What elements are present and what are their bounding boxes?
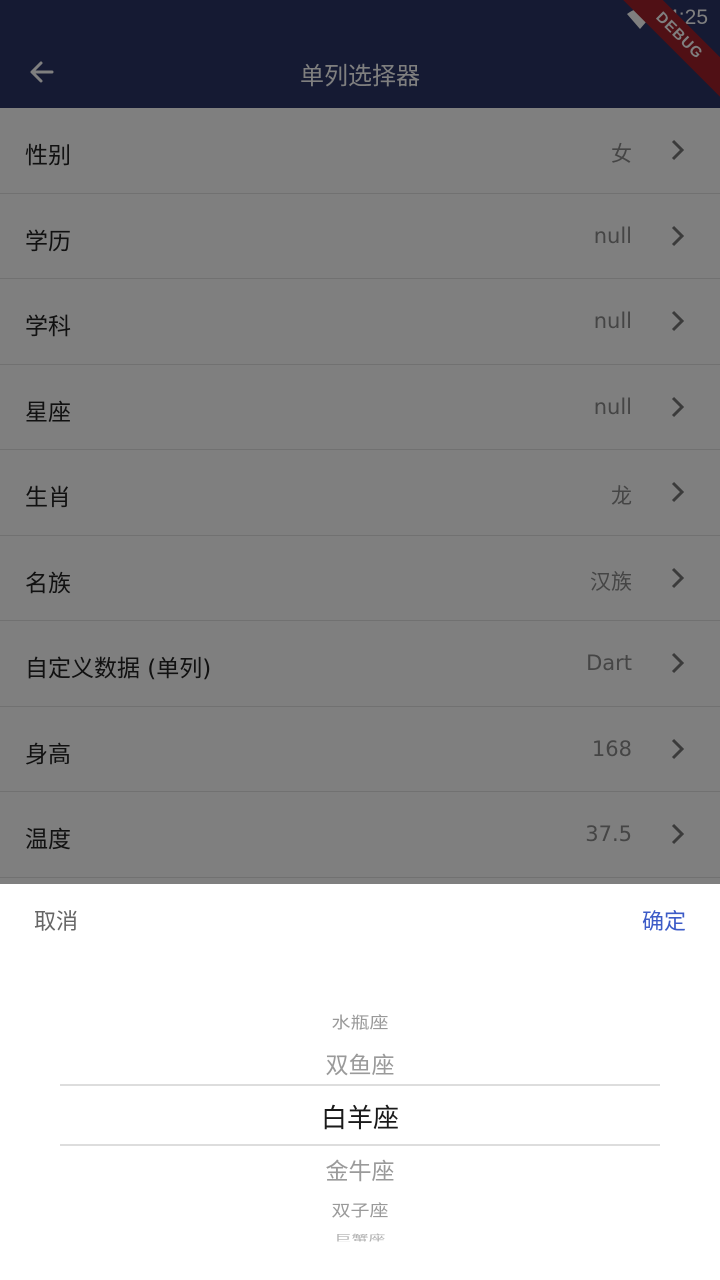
selection-divider-bottom [60, 1144, 660, 1146]
picker-option[interactable]: 双鱼座 [0, 1046, 720, 1080]
picker-option[interactable]: 巨蟹座 [0, 1231, 720, 1241]
picker-option[interactable]: 金牛座 [0, 1152, 720, 1186]
modal-scrim[interactable] [0, 0, 720, 884]
picker-option-selected[interactable]: 白羊座 [0, 1098, 720, 1135]
picker-sheet: 取消 确定 水瓶座 双鱼座 白羊座 金牛座 双子座 巨蟹座 [0, 884, 720, 1280]
picker-option[interactable]: 双子座 [0, 1198, 720, 1221]
cancel-button[interactable]: 取消 [34, 904, 78, 936]
selection-divider-top [60, 1084, 660, 1086]
wheel-picker[interactable]: 水瓶座 双鱼座 白羊座 金牛座 双子座 巨蟹座 [0, 1004, 720, 1254]
picker-option[interactable]: 水瓶座 [0, 1010, 720, 1033]
confirm-button[interactable]: 确定 [642, 904, 686, 936]
